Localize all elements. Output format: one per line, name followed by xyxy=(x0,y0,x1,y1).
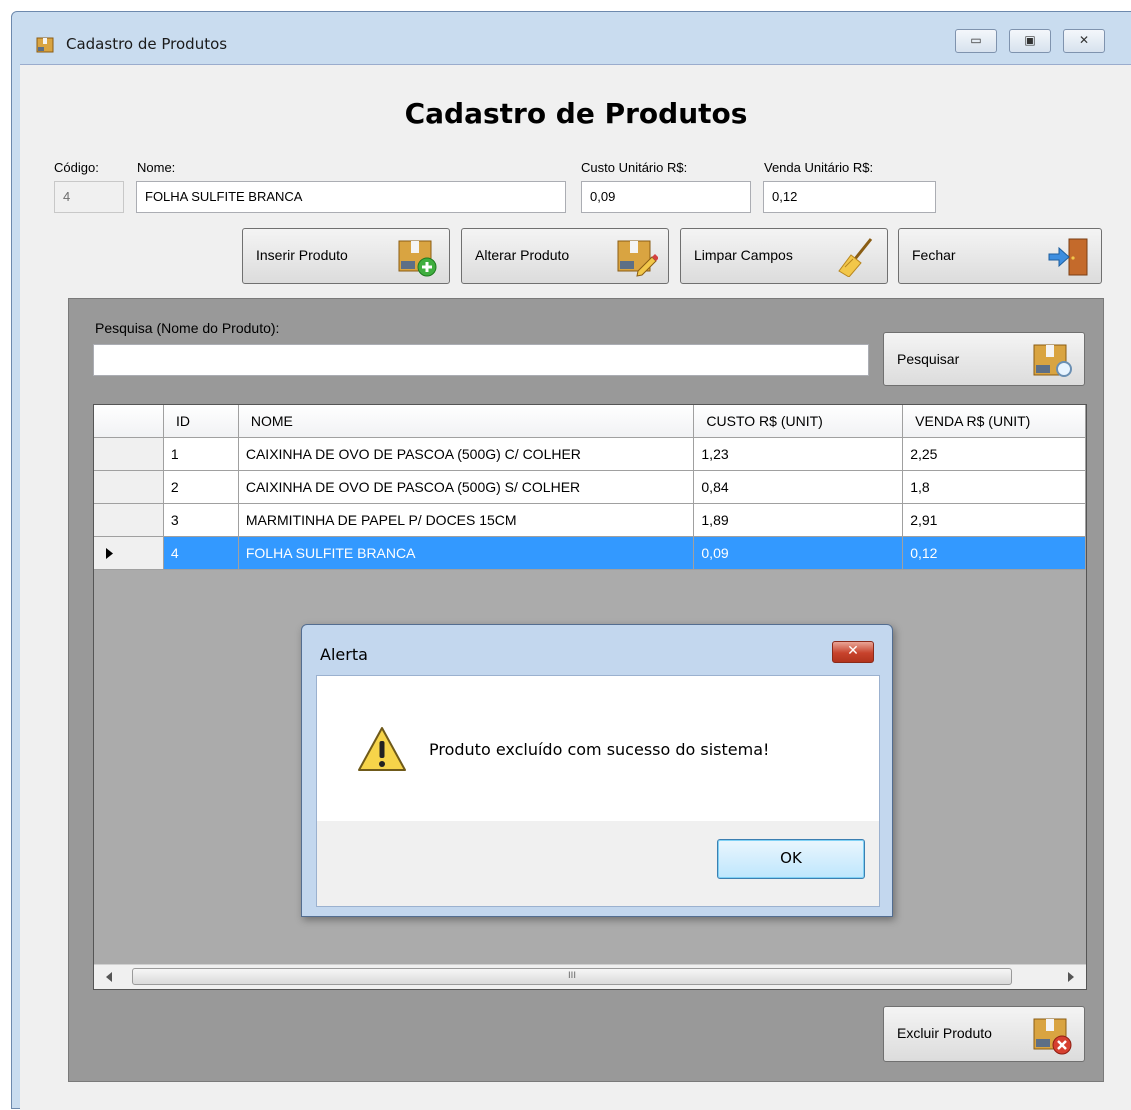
grid-header: ID NOME CUSTO R$ (UNIT) VENDA R$ (UNIT) xyxy=(94,405,1086,438)
cell-id[interactable]: 1 xyxy=(163,438,239,471)
column-header-id[interactable]: ID xyxy=(163,405,239,438)
limpar-campos-label: Limpar Campos xyxy=(694,247,793,263)
cell-nome[interactable]: FOLHA SULFITE BRANCA xyxy=(238,537,695,570)
table-row-selected[interactable]: 4 FOLHA SULFITE BRANCA 0,09 0,12 xyxy=(94,537,1086,570)
page-title: Cadastro de Produtos xyxy=(404,97,748,130)
form-client-area: Cadastro de Produtos Código: Nome: Custo… xyxy=(20,64,1131,1110)
codigo-field[interactable]: 4 xyxy=(54,181,124,213)
scroll-left-icon[interactable] xyxy=(106,972,112,982)
exit-door-icon xyxy=(1048,238,1088,276)
column-header-custo[interactable]: CUSTO R$ (UNIT) xyxy=(694,405,904,438)
column-header-venda[interactable]: VENDA R$ (UNIT) xyxy=(903,405,1086,438)
app-box-icon xyxy=(36,37,54,53)
cell-id[interactable]: 2 xyxy=(163,471,239,504)
custo-field[interactable]: 0,09 xyxy=(581,181,751,213)
column-header-nome[interactable]: NOME xyxy=(238,405,695,438)
cell-custo[interactable]: 0,09 xyxy=(694,537,904,570)
main-window: Cadastro de Produtos ▭ ▣ ✕ Cadastro de P… xyxy=(11,11,1131,1110)
row-header-current[interactable] xyxy=(94,537,164,570)
window-title: Cadastro de Produtos xyxy=(66,35,228,53)
custo-label: Custo Unitário R$: xyxy=(581,160,688,175)
current-row-arrow-icon xyxy=(106,548,113,559)
fechar-button[interactable]: Fechar xyxy=(898,228,1102,284)
cell-nome[interactable]: MARMITINHA DE PAPEL P/ DOCES 15CM xyxy=(238,504,695,537)
horizontal-scrollbar[interactable]: III xyxy=(94,964,1086,989)
cell-venda[interactable]: 0,12 xyxy=(903,537,1086,570)
cell-nome[interactable]: CAIXINHA DE OVO DE PASCOA (500G) C/ COLH… xyxy=(238,438,695,471)
row-header[interactable] xyxy=(94,504,164,537)
table-row[interactable]: 2 CAIXINHA DE OVO DE PASCOA (500G) S/ CO… xyxy=(94,471,1086,504)
dialog-body: Produto excluído com sucesso do sistema!… xyxy=(316,675,880,907)
fechar-label: Fechar xyxy=(912,247,956,263)
box-edit-icon xyxy=(617,240,658,277)
scrollbar-grip-icon: III xyxy=(568,971,576,981)
nome-label: Nome: xyxy=(137,160,176,175)
box-search-icon xyxy=(1033,344,1072,377)
excluir-produto-button[interactable]: Excluir Produto xyxy=(883,1006,1085,1062)
warning-icon xyxy=(358,727,406,771)
limpar-campos-button[interactable]: Limpar Campos xyxy=(680,228,888,284)
cell-id[interactable]: 4 xyxy=(163,537,239,570)
box-delete-icon xyxy=(1033,1018,1072,1055)
scrollbar-thumb[interactable]: III xyxy=(132,968,1012,985)
dialog-close-button[interactable]: ✕ xyxy=(832,641,874,663)
alterar-produto-button[interactable]: Alterar Produto xyxy=(461,228,669,284)
cell-custo[interactable]: 1,89 xyxy=(694,504,904,537)
excluir-produto-label: Excluir Produto xyxy=(897,1025,992,1041)
alterar-produto-label: Alterar Produto xyxy=(475,247,570,263)
title-bar[interactable]: Cadastro de Produtos ▭ ▣ ✕ xyxy=(12,12,1131,64)
alert-dialog: Alerta ✕ Produto excluído com sucesso do… xyxy=(301,624,893,917)
broom-icon xyxy=(838,238,873,277)
table-row[interactable]: 3 MARMITINHA DE PAPEL P/ DOCES 15CM 1,89… xyxy=(94,504,1086,537)
dialog-footer: OK xyxy=(317,821,879,906)
cell-venda[interactable]: 2,25 xyxy=(903,438,1086,471)
search-input[interactable] xyxy=(93,344,869,376)
inserir-produto-button[interactable]: Inserir Produto xyxy=(242,228,450,284)
scroll-right-icon[interactable] xyxy=(1068,972,1074,982)
maximize-button[interactable]: ▣ xyxy=(1009,29,1051,53)
dialog-message: Produto excluído com sucesso do sistema! xyxy=(429,740,770,759)
cell-nome[interactable]: CAIXINHA DE OVO DE PASCOA (500G) S/ COLH… xyxy=(238,471,695,504)
search-label: Pesquisa (Nome do Produto): xyxy=(95,320,280,336)
minimize-button[interactable]: ▭ xyxy=(955,29,997,53)
dialog-title: Alerta xyxy=(320,645,368,664)
cell-venda[interactable]: 1,8 xyxy=(903,471,1086,504)
row-header-corner xyxy=(94,405,164,438)
codigo-label: Código: xyxy=(54,160,99,175)
ok-button[interactable]: OK xyxy=(717,839,865,879)
ok-label: OK xyxy=(780,849,802,867)
inserir-produto-label: Inserir Produto xyxy=(256,247,348,263)
row-header[interactable] xyxy=(94,438,164,471)
close-button[interactable]: ✕ xyxy=(1063,29,1105,53)
nome-field[interactable]: FOLHA SULFITE BRANCA xyxy=(136,181,566,213)
row-header[interactable] xyxy=(94,471,164,504)
venda-field[interactable]: 0,12 xyxy=(763,181,936,213)
minimize-icon: ▭ xyxy=(970,33,982,47)
cell-id[interactable]: 3 xyxy=(163,504,239,537)
pesquisar-button[interactable]: Pesquisar xyxy=(883,332,1085,386)
cell-custo[interactable]: 1,23 xyxy=(694,438,904,471)
close-icon: ✕ xyxy=(847,643,859,659)
cell-custo[interactable]: 0,84 xyxy=(694,471,904,504)
venda-label: Venda Unitário R$: xyxy=(764,160,874,175)
pesquisar-label: Pesquisar xyxy=(897,351,960,367)
close-icon: ✕ xyxy=(1078,33,1090,47)
cell-venda[interactable]: 2,91 xyxy=(903,504,1086,537)
box-add-icon xyxy=(398,240,437,277)
table-row[interactable]: 1 CAIXINHA DE OVO DE PASCOA (500G) C/ CO… xyxy=(94,438,1086,471)
maximize-icon: ▣ xyxy=(1024,33,1036,47)
